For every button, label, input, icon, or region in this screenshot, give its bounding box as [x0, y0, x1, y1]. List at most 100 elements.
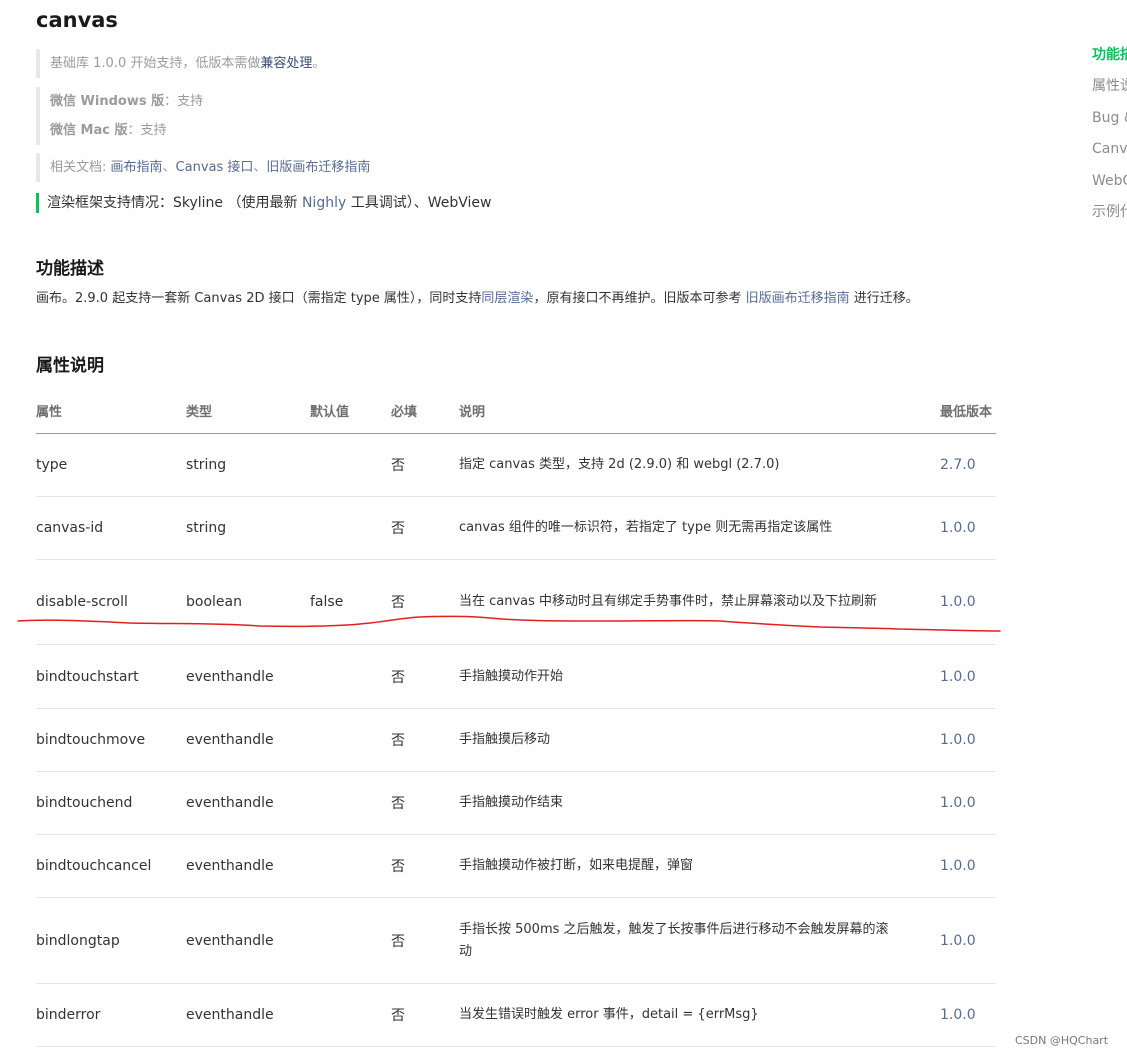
cell-required: 否: [391, 771, 459, 835]
table-row: canvas-id string 否 canvas 组件的唯一标识符，若指定了 …: [36, 496, 996, 560]
cell-version: 2.7.0: [940, 433, 996, 497]
cell-required: 否: [391, 834, 459, 898]
render-support: 渲染框架支持情况：Skyline （使用最新 Nighly 工具调试）、WebV…: [36, 193, 491, 213]
cell-required: 否: [391, 644, 459, 709]
windows-label: 微信 Windows 版: [50, 94, 165, 109]
cell-version: 1.0.0: [940, 496, 996, 560]
cell-attr: binderror: [36, 983, 186, 1047]
same-layer-link[interactable]: 同层渲染: [481, 291, 533, 306]
cell-version: 1.0.0: [940, 708, 996, 772]
cell-type: eventhandle: [186, 983, 310, 1047]
cell-desc: 指定 canvas 类型，支持 2d (2.9.0) 和 webgl (2.7.…: [459, 433, 940, 497]
cell-type: eventhandle: [186, 834, 310, 898]
related-docs-quote: 相关文档: 画布指南、Canvas 接口、旧版画布迁移指南: [36, 153, 370, 182]
render-suffix: 工具调试）、WebView: [346, 195, 492, 211]
table-row: bindlongtap eventhandle 否 手指长按 500ms 之后触…: [36, 897, 996, 984]
cell-type: string: [186, 496, 310, 560]
cell-version: 1.0.0: [940, 834, 996, 898]
related-prefix: 相关文档:: [50, 160, 111, 175]
cell-required: 否: [391, 708, 459, 772]
cell-attr: disable-scroll: [36, 559, 186, 645]
cell-desc: 手指触摸动作结束: [459, 771, 940, 835]
table-row: bindtouchcancel eventhandle 否 手指触摸动作被打断，…: [36, 834, 996, 898]
cell-required: 否: [391, 983, 459, 1047]
cell-attr: type: [36, 433, 186, 497]
separator: 、: [162, 160, 176, 175]
nighly-link[interactable]: Nighly: [302, 195, 346, 211]
canvas-guide-link[interactable]: 画布指南: [111, 160, 163, 175]
cell-desc: 当在 canvas 中移动时且有绑定手势事件时，禁止屏幕滚动以及下拉刷新: [459, 559, 940, 645]
table-header-row: 属性 类型 默认值 必填 说明 最低版本: [36, 388, 996, 434]
desc-part: 画布。2.9.0 起支持一套新 Canvas 2D 接口（需指定 type 属性…: [36, 291, 482, 306]
cell-type: eventhandle: [186, 897, 310, 984]
header-attr: 属性: [36, 388, 186, 434]
toc-item-canvas-2d[interactable]: Canvas 2D 示例代码: [1092, 136, 1127, 167]
cell-version: 1.0.0: [940, 897, 996, 984]
mac-value: ：支持: [127, 123, 167, 138]
canvas-api-link[interactable]: Canvas 接口: [176, 160, 254, 175]
cell-type: boolean: [186, 559, 310, 645]
cell-default: [310, 496, 391, 560]
migration-guide-link[interactable]: 旧版画布迁移指南: [266, 160, 370, 175]
render-prefix: 渲染框架支持情况：Skyline （使用最新: [47, 195, 302, 211]
toc-item-description[interactable]: 功能描述: [1092, 42, 1127, 73]
cell-default: [310, 433, 391, 497]
cell-attr: canvas-id: [36, 496, 186, 560]
cell-required: 否: [391, 897, 459, 984]
cell-default: [310, 708, 391, 772]
desc-part: 进行迁移。: [849, 291, 919, 306]
cell-required: 否: [391, 433, 459, 497]
cell-type: eventhandle: [186, 644, 310, 709]
cell-type: eventhandle: [186, 708, 310, 772]
cell-version: 1.0.0: [940, 644, 996, 709]
cell-default: [310, 771, 391, 835]
compat-link[interactable]: 兼容处理: [260, 56, 312, 71]
toc-item-webgl[interactable]: WebGL 示例代码: [1092, 168, 1127, 199]
mac-label: 微信 Mac 版: [50, 123, 128, 138]
header-default: 默认值: [310, 388, 391, 434]
windows-value: ：支持: [164, 94, 204, 109]
cell-attr: bindtouchstart: [36, 644, 186, 709]
cell-desc: 手指触摸后移动: [459, 708, 940, 772]
cell-type: eventhandle: [186, 771, 310, 835]
cell-attr: bindtouchend: [36, 771, 186, 835]
header-desc: 说明: [459, 388, 940, 434]
table-row: type string 否 指定 canvas 类型，支持 2d (2.9.0)…: [36, 433, 996, 497]
cell-version: 1.0.0: [940, 559, 996, 645]
cell-attr: bindlongtap: [36, 897, 186, 984]
cell-default: [310, 983, 391, 1047]
separator: 、: [253, 160, 267, 175]
cell-default: false: [310, 559, 391, 645]
cell-default: [310, 644, 391, 709]
table-row: bindtouchmove eventhandle 否 手指触摸后移动 1.0.…: [36, 708, 996, 772]
toc-item-bug-tip[interactable]: Bug & Tip: [1092, 105, 1127, 136]
cell-desc: 手指长按 500ms 之后触发，触发了长按事件后进行移动不会触发屏幕的滚动: [459, 897, 940, 984]
support-quote: 基础库 1.0.0 开始支持，低版本需做兼容处理。: [36, 49, 325, 78]
description-text: 画布。2.9.0 起支持一套新 Canvas 2D 接口（需指定 type 属性…: [36, 289, 919, 309]
cell-attr: bindtouchmove: [36, 708, 186, 772]
cell-required: 否: [391, 496, 459, 560]
cell-required: 否: [391, 559, 459, 645]
cell-desc: 手指触摸动作被打断，如来电提醒，弹窗: [459, 834, 940, 898]
table-row: binderror eventhandle 否 当发生错误时触发 error 事…: [36, 983, 996, 1047]
table-row: disable-scroll boolean false 否 当在 canvas…: [36, 559, 996, 645]
table-row: bindtouchstart eventhandle 否 手指触摸动作开始 1.…: [36, 644, 996, 709]
cell-default: [310, 897, 391, 984]
cell-attr: bindtouchcancel: [36, 834, 186, 898]
cell-default: [310, 834, 391, 898]
cell-desc: canvas 组件的唯一标识符，若指定了 type 则无需再指定该属性: [459, 496, 940, 560]
cell-version: 1.0.0: [940, 771, 996, 835]
desc-part: ，原有接口不再维护。旧版本可参考: [533, 291, 746, 306]
cell-type: string: [186, 433, 310, 497]
properties-table: 属性 类型 默认值 必填 说明 最低版本 type string 否 指定 ca…: [36, 388, 996, 1047]
migration-link[interactable]: 旧版画布迁移指南: [746, 291, 850, 306]
table-of-contents: 功能描述 属性说明 Bug & Tip Canvas 2D 示例代码 WebGL…: [1092, 42, 1127, 230]
watermark: CSDN @HQChart: [1015, 1034, 1109, 1047]
cell-version: 1.0.0: [940, 983, 996, 1047]
section-heading-properties: 属性说明: [36, 356, 104, 376]
header-type: 类型: [186, 388, 310, 434]
support-end: 。: [312, 56, 326, 71]
toc-item-properties[interactable]: 属性说明: [1092, 73, 1127, 104]
support-text: 基础库 1.0.0 开始支持，低版本需做: [50, 56, 261, 71]
toc-item-examples[interactable]: 示例代码: [1092, 199, 1127, 230]
